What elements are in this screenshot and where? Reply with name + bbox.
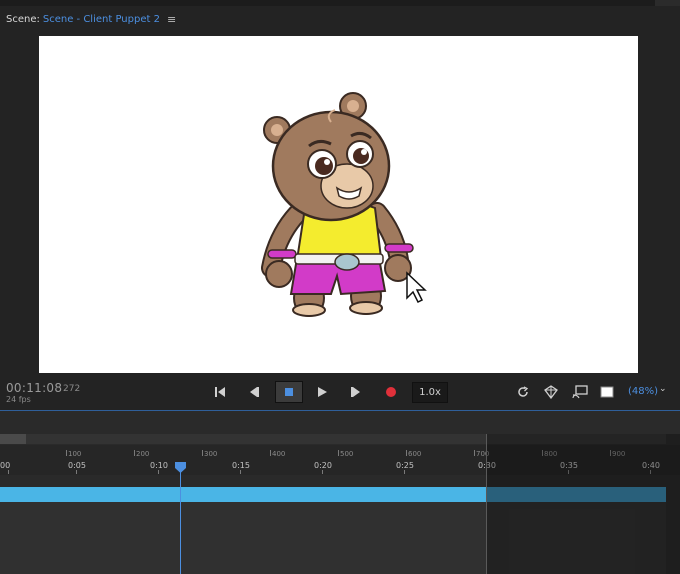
frame-number-label: 300 — [204, 450, 218, 458]
work-area-end-shade — [486, 434, 680, 574]
scene-label: Scene: — [6, 13, 40, 25]
frame-number-label: 500 — [340, 450, 354, 458]
play-button[interactable] — [314, 380, 330, 404]
go-to-start-button[interactable] — [212, 380, 228, 404]
playback-speed-button[interactable]: 1.0x — [412, 382, 448, 403]
time-label: 0:05 — [68, 461, 86, 470]
mouse-cursor-icon — [406, 271, 427, 304]
top-border — [0, 0, 680, 6]
record-icon — [386, 387, 396, 397]
time-label: 0:20 — [314, 461, 332, 470]
work-area-end-marker[interactable] — [486, 434, 487, 574]
current-time-display: 00:11:08 — [6, 381, 63, 395]
loop-icon — [518, 386, 529, 397]
time-tick — [76, 470, 77, 474]
record-button[interactable] — [383, 380, 399, 404]
playhead-handle-icon[interactable] — [175, 462, 186, 473]
current-frame-display: 272 — [63, 384, 81, 394]
play-icon — [318, 387, 327, 397]
time-tick — [240, 470, 241, 474]
zoom-level-dropdown[interactable]: (48%) — [628, 386, 658, 397]
frame-tick — [202, 450, 203, 456]
playhead-line[interactable] — [180, 466, 181, 574]
time-tick — [158, 470, 159, 474]
frame-tick — [270, 450, 271, 456]
loop-button[interactable] — [515, 380, 531, 404]
frame-tick — [338, 450, 339, 456]
frame-number-label: 600 — [408, 450, 422, 458]
stream-icon — [572, 385, 588, 399]
timeline-scrollbar-thumb[interactable] — [0, 434, 26, 444]
scene-stage[interactable] — [39, 36, 638, 373]
background-color-swatch[interactable] — [598, 380, 616, 404]
step-back-button[interactable] — [246, 380, 262, 404]
hamburger-menu-icon[interactable]: ≡ — [167, 13, 176, 26]
frame-tick — [134, 450, 135, 456]
3d-view-icon — [544, 385, 558, 399]
bear-puppet — [261, 92, 427, 317]
frame-tick — [406, 450, 407, 456]
frame-number-label: 400 — [272, 450, 286, 458]
time-label: 0:25 — [396, 461, 414, 470]
stop-button[interactable] — [275, 381, 303, 403]
frame-number-label: 100 — [68, 450, 82, 458]
chevron-down-icon[interactable]: ⌄ — [659, 384, 667, 394]
step-forward-icon — [351, 387, 360, 397]
time-tick — [404, 470, 405, 474]
scene-name-dropdown[interactable]: Scene - Client Puppet 2 — [43, 14, 160, 25]
step-forward-button[interactable] — [348, 380, 364, 404]
stop-icon — [285, 388, 293, 396]
3d-view-button[interactable] — [543, 380, 559, 404]
scene-panel-header: Scene: Scene - Client Puppet 2 ≡ — [0, 8, 680, 30]
time-tick — [8, 470, 9, 474]
time-tick — [322, 470, 323, 474]
step-back-icon — [250, 387, 259, 397]
time-label: 0:10 — [150, 461, 168, 470]
time-label: 00 — [0, 461, 11, 470]
frame-number-label: 200 — [136, 450, 150, 458]
fps-display: 24 fps — [6, 395, 31, 404]
go-to-start-icon — [215, 387, 225, 397]
frame-tick — [66, 450, 67, 456]
frame-tick — [474, 450, 475, 456]
time-label: 0:15 — [232, 461, 250, 470]
stream-button[interactable] — [571, 380, 589, 404]
